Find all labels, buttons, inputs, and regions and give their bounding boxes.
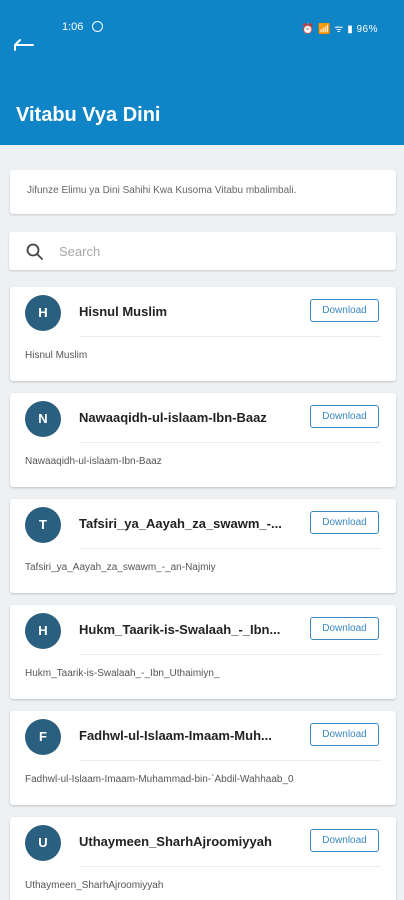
download-button[interactable]: Download xyxy=(310,405,379,428)
download-button[interactable]: Download xyxy=(310,617,379,640)
book-subtitle: Tafsiri_ya_Aayah_za_swawm_-_an-Najmiy xyxy=(25,562,216,573)
book-avatar: N xyxy=(25,401,61,437)
book-title: Tafsiri_ya_Aayah_za_swawm_-... xyxy=(79,516,282,531)
book-subtitle: Nawaaqidh-ul-islaam-Ibn-Baaz xyxy=(25,456,162,467)
book-avatar: H xyxy=(25,295,61,331)
intro-card: Jifunze Elimu ya Dini Sahihi Kwa Kusoma … xyxy=(10,170,396,214)
book-avatar: T xyxy=(25,507,61,543)
status-indicators: ⏰ 📶 ᯤ ▮ 96% xyxy=(301,24,378,35)
book-title: Fadhwl-ul-Islaam-Imaam-Muh... xyxy=(79,728,272,743)
download-button[interactable]: Download xyxy=(310,299,379,322)
book-avatar: U xyxy=(25,825,61,861)
book-card[interactable]: H Hukm_Taarik-is-Swalaah_-_Ibn... Download… xyxy=(10,605,396,699)
book-subtitle: Uthaymeen_SharhAjroomiyyah xyxy=(25,880,164,891)
download-button[interactable]: Download xyxy=(310,829,379,852)
book-subtitle: Hisnul Muslim xyxy=(25,350,88,361)
search-icon xyxy=(26,243,43,260)
divider xyxy=(79,442,381,443)
book-subtitle: Hukm_Taarik-is-Swalaah_-_Ibn_Uthaimiyn_ xyxy=(25,668,220,679)
download-button[interactable]: Download xyxy=(310,723,379,746)
status-bar: 1:06 ⏰ 📶 ᯤ ▮ 96% xyxy=(0,19,404,39)
divider xyxy=(79,548,381,549)
book-subtitle: Fadhwl-ul-Islaam-Imaam-Muhammad-bin-`Abd… xyxy=(25,774,294,785)
book-card[interactable]: T Tafsiri_ya_Aayah_za_swawm_-... Download T… xyxy=(10,499,396,593)
book-title: Nawaaqidh-ul-islaam-Ibn-Baaz xyxy=(79,410,267,425)
divider xyxy=(79,760,381,761)
book-title: Hukm_Taarik-is-Swalaah_-_Ibn... xyxy=(79,622,281,637)
status-time: 1:06 xyxy=(62,21,84,33)
download-button[interactable]: Download xyxy=(310,511,379,534)
whatsapp-icon xyxy=(92,21,103,32)
book-card[interactable]: F Fadhwl-ul-Islaam-Imaam-Muh... Download Fa… xyxy=(10,711,396,805)
book-card[interactable]: N Nawaaqidh-ul-islaam-Ibn-Baaz Download Naw… xyxy=(10,393,396,487)
book-card[interactable]: U Uthaymeen_SharhAjroomiyyah Download Uthay… xyxy=(10,817,396,900)
page-title: Vitabu Vya Dini xyxy=(16,104,161,126)
book-title: Uthaymeen_SharhAjroomiyyah xyxy=(79,834,272,849)
book-title: Hisnul Muslim xyxy=(79,304,168,319)
book-avatar: F xyxy=(25,719,61,755)
intro-text: Jifunze Elimu ya Dini Sahihi Kwa Kusoma … xyxy=(27,185,297,196)
book-avatar: H xyxy=(25,613,61,649)
divider xyxy=(79,336,381,337)
search-input[interactable] xyxy=(59,240,379,262)
back-arrow-icon[interactable] xyxy=(12,36,36,54)
divider xyxy=(79,866,381,867)
divider xyxy=(79,654,381,655)
search-bar[interactable] xyxy=(9,232,396,270)
app-bar: 1:06 ⏰ 📶 ᯤ ▮ 96% Vitabu Vya Dini xyxy=(0,0,404,145)
book-card[interactable]: H Hisnul Muslim Download Hisnul Muslim xyxy=(10,287,396,381)
